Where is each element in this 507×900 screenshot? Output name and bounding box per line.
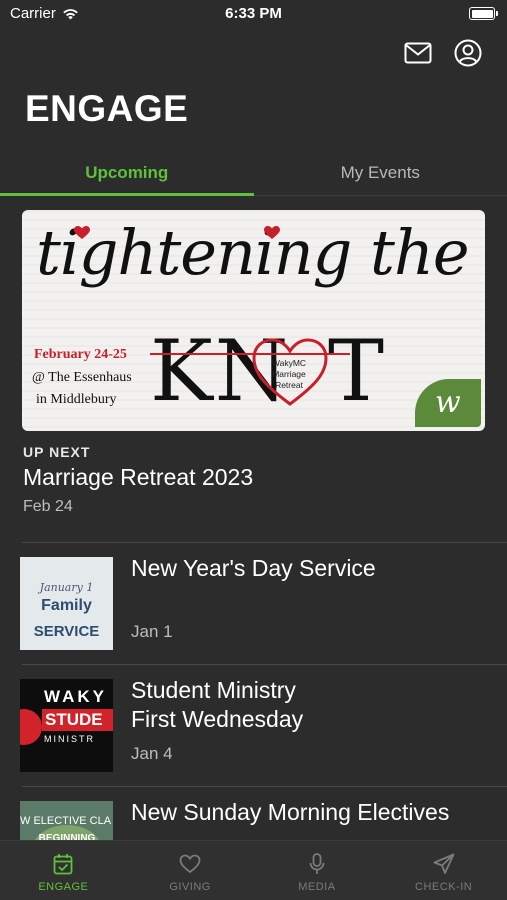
up-next-label: UP NEXT	[23, 444, 91, 460]
tabbar-check-in[interactable]: CHECK-IN	[380, 841, 507, 900]
banner-location-1: @ The Essenhaus	[32, 370, 132, 385]
banner-heart-text: WakyMC Marriage Retreat	[271, 358, 307, 390]
church-logo: w	[415, 379, 481, 427]
tab-my-events[interactable]: My Events	[254, 150, 507, 195]
event-title: New Year's Day Service	[131, 555, 376, 581]
calendar-check-icon	[53, 854, 73, 875]
featured-event-title[interactable]: Marriage Retreat 2023	[23, 464, 253, 491]
tabbar-label: GIVING	[169, 881, 211, 893]
banner-date: February 24-25	[34, 347, 127, 362]
event-tabs: Upcoming My Events	[0, 150, 507, 196]
banner-headline: tightening the	[36, 216, 470, 289]
banner-location-2: in Middlebury	[36, 392, 117, 407]
list-item[interactable]: WAKY STUDE MINISTR Student Ministry Firs…	[0, 664, 507, 774]
banner-divider	[150, 353, 350, 355]
mail-button[interactable]	[403, 38, 433, 68]
event-title: Student Ministry First Wednesday	[131, 677, 304, 732]
tabbar-media[interactable]: MEDIA	[254, 841, 381, 900]
account-button[interactable]	[453, 38, 483, 68]
tab-upcoming[interactable]: Upcoming	[0, 150, 254, 196]
event-title: New Sunday Morning Electives	[131, 799, 450, 825]
battery-icon	[469, 7, 498, 20]
event-date: Jan 1	[131, 622, 173, 641]
header-actions	[403, 38, 483, 68]
heart-icon	[264, 226, 280, 239]
tabbar-giving[interactable]: GIVING	[127, 841, 254, 900]
event-thumbnail: WAKY STUDE MINISTR	[20, 679, 113, 772]
featured-event-banner[interactable]: tightening the February 24-25 @ The Esse…	[22, 210, 485, 431]
ministry-logo	[20, 709, 42, 745]
featured-event-date: Feb 24	[23, 498, 73, 515]
bottom-tab-bar: ENGAGE GIVING MEDIA CHECK-IN	[0, 840, 507, 900]
event-thumbnail: January 1 Family SERVICE	[20, 557, 113, 650]
list-item[interactable]: January 1 Family SERVICE New Year's Day …	[0, 542, 507, 652]
account-icon	[454, 39, 482, 67]
status-bar: Carrier 6:33 PM	[0, 0, 507, 28]
banner-t-letter: T	[328, 322, 385, 420]
paper-plane-icon	[433, 853, 455, 874]
mail-icon	[404, 42, 432, 64]
microphone-icon	[309, 853, 325, 874]
tabbar-label: CHECK-IN	[415, 881, 473, 893]
heart-icon	[74, 226, 90, 239]
tabbar-label: ENGAGE	[38, 881, 89, 893]
heart-icon	[179, 854, 201, 874]
event-date: Jan 4	[131, 744, 173, 763]
tabbar-engage[interactable]: ENGAGE	[0, 841, 127, 900]
page-title: ENGAGE	[25, 88, 189, 129]
status-time: 6:33 PM	[225, 5, 282, 22]
tabbar-label: MEDIA	[298, 881, 336, 893]
